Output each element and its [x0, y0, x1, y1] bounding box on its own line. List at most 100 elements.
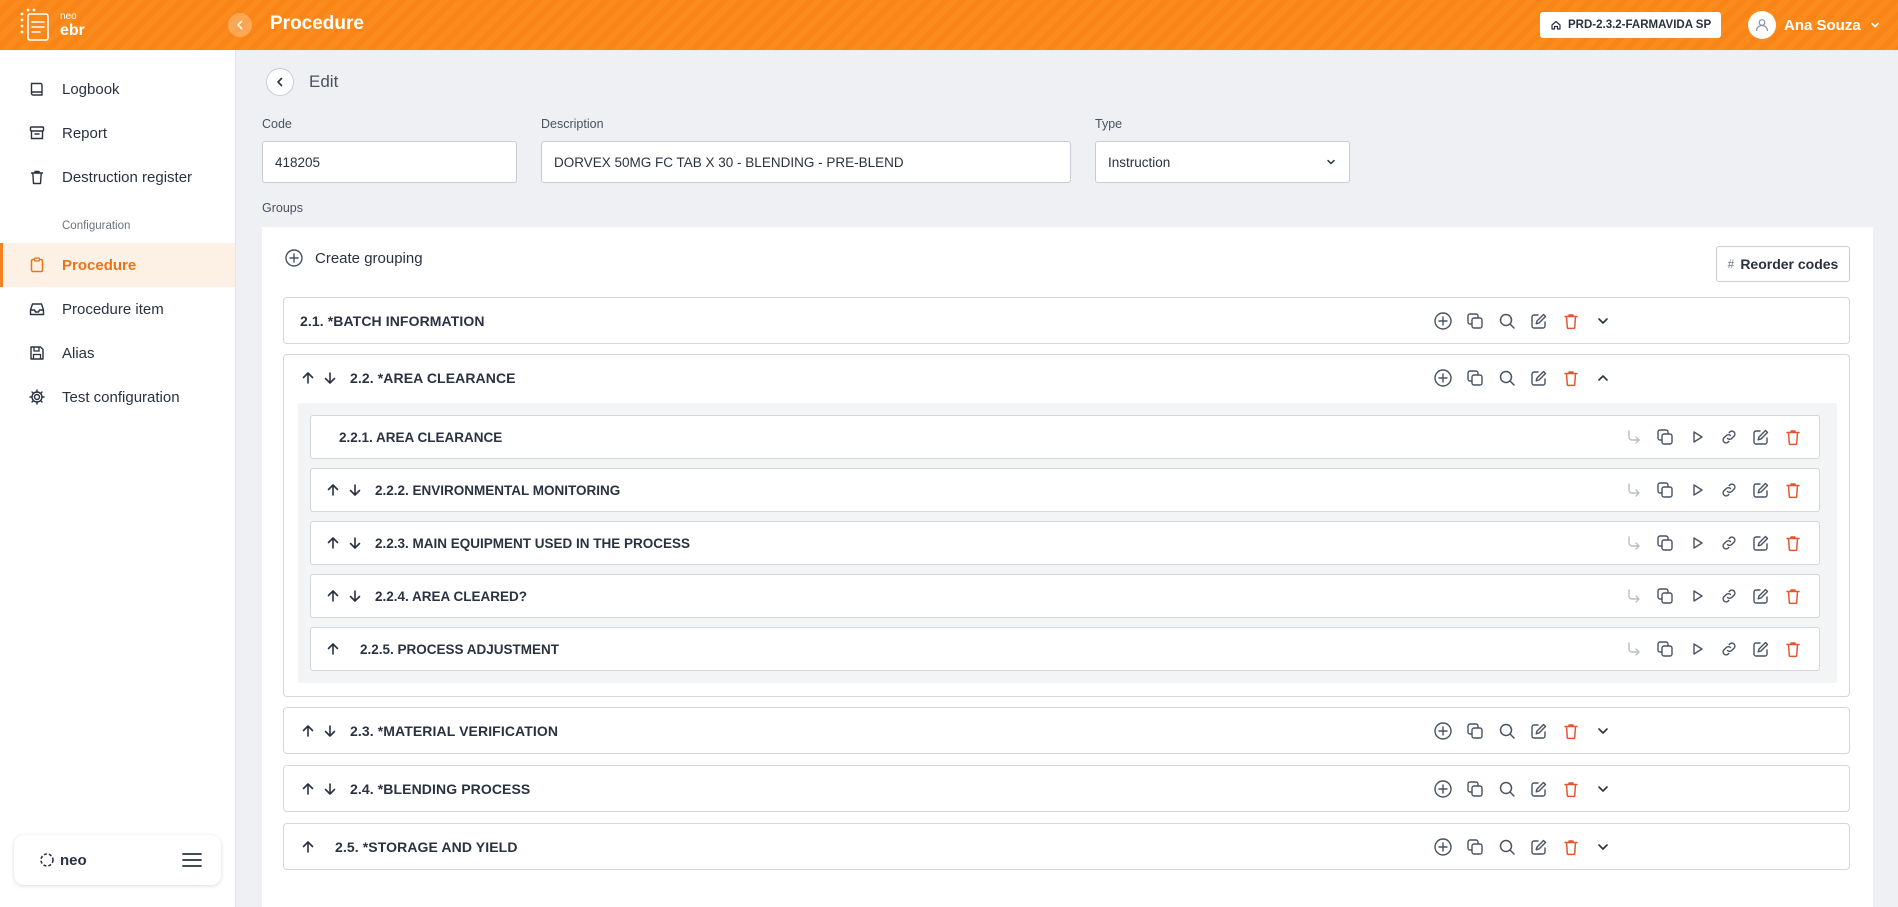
nest-button[interactable] [1623, 480, 1643, 500]
add-item-button[interactable] [1433, 311, 1453, 331]
view-button[interactable] [1497, 368, 1517, 388]
delete-button[interactable] [1783, 480, 1803, 500]
delete-button[interactable] [1561, 837, 1581, 857]
move-up-button[interactable] [325, 535, 341, 551]
duplicate-button[interactable] [1655, 586, 1675, 606]
group-header[interactable]: 2.2. *AREA CLEARANCE [284, 355, 1849, 401]
edit-button[interactable] [1529, 837, 1549, 857]
link-button[interactable] [1719, 480, 1739, 500]
delete-button[interactable] [1561, 311, 1581, 331]
procedure-item-row[interactable]: 2.2.2. ENVIRONMENTAL MONITORING [310, 468, 1820, 512]
run-button[interactable] [1687, 533, 1707, 553]
run-button[interactable] [1687, 586, 1707, 606]
nest-button[interactable] [1623, 427, 1643, 447]
link-button[interactable] [1719, 639, 1739, 659]
link-button[interactable] [1719, 427, 1739, 447]
duplicate-button[interactable] [1655, 480, 1675, 500]
sidebar-item-logbook[interactable]: Logbook [0, 67, 235, 111]
edit-button[interactable] [1529, 721, 1549, 741]
edit-button[interactable] [1751, 427, 1771, 447]
duplicate-button[interactable] [1465, 721, 1485, 741]
view-button[interactable] [1497, 311, 1517, 331]
edit-button[interactable] [1529, 368, 1549, 388]
move-up-button[interactable] [325, 588, 341, 604]
duplicate-button[interactable] [1465, 311, 1485, 331]
group-header[interactable]: 2.1. *BATCH INFORMATION [284, 298, 1849, 344]
expand-button[interactable] [1593, 721, 1613, 741]
link-button[interactable] [1719, 586, 1739, 606]
run-button[interactable] [1687, 639, 1707, 659]
move-down-button[interactable] [347, 482, 363, 498]
procedure-item-row[interactable]: 2.2.4. AREA CLEARED? [310, 574, 1820, 618]
collapse-button[interactable] [1593, 368, 1613, 388]
sidebar-item-test-configuration[interactable]: Test configuration [0, 375, 235, 419]
delete-button[interactable] [1561, 368, 1581, 388]
group-header[interactable]: 2.4. *BLENDING PROCESS [284, 766, 1849, 812]
link-button[interactable] [1719, 533, 1739, 553]
move-up-button[interactable] [325, 641, 341, 657]
expand-button[interactable] [1593, 837, 1613, 857]
view-button[interactable] [1497, 721, 1517, 741]
sidebar-item-procedure-item[interactable]: Procedure item [0, 287, 235, 331]
view-button[interactable] [1497, 837, 1517, 857]
add-item-button[interactable] [1433, 368, 1453, 388]
description-field[interactable]: DORVEX 50MG FC TAB X 30 - BLENDING - PRE… [541, 141, 1071, 183]
sidebar-item-procedure[interactable]: Procedure [0, 243, 235, 287]
sidebar-item-report[interactable]: Report [0, 111, 235, 155]
run-button[interactable] [1687, 427, 1707, 447]
delete-button[interactable] [1783, 586, 1803, 606]
move-up-button[interactable] [300, 370, 316, 386]
delete-button[interactable] [1561, 779, 1581, 799]
move-up-button[interactable] [300, 723, 316, 739]
type-select[interactable]: Instruction [1095, 141, 1350, 183]
code-field[interactable]: 418205 [262, 141, 517, 183]
back-button[interactable] [266, 68, 294, 96]
view-button[interactable] [1497, 779, 1517, 799]
move-down-button[interactable] [347, 588, 363, 604]
move-down-button[interactable] [322, 370, 338, 386]
delete-button[interactable] [1783, 427, 1803, 447]
duplicate-button[interactable] [1655, 533, 1675, 553]
duplicate-button[interactable] [1465, 368, 1485, 388]
delete-button[interactable] [1783, 639, 1803, 659]
move-up-button[interactable] [300, 839, 316, 855]
expand-button[interactable] [1593, 779, 1613, 799]
reorder-codes-button[interactable]: # Reorder codes [1716, 246, 1850, 282]
move-up-button[interactable] [300, 781, 316, 797]
environment-badge[interactable]: PRD-2.3.2-FARMAVIDA SP [1540, 12, 1722, 38]
duplicate-button[interactable] [1655, 427, 1675, 447]
nest-button[interactable] [1623, 586, 1643, 606]
move-down-button[interactable] [322, 781, 338, 797]
edit-button[interactable] [1529, 311, 1549, 331]
add-item-button[interactable] [1433, 779, 1453, 799]
edit-button[interactable] [1751, 586, 1771, 606]
move-down-button[interactable] [322, 723, 338, 739]
edit-button[interactable] [1751, 480, 1771, 500]
app-logo[interactable]: neo ebr [18, 6, 98, 44]
delete-button[interactable] [1783, 533, 1803, 553]
create-grouping-button[interactable]: Create grouping [284, 248, 423, 268]
menu-button[interactable] [181, 851, 203, 869]
edit-button[interactable] [1751, 639, 1771, 659]
user-menu[interactable]: Ana Souza [1748, 11, 1881, 39]
move-down-button[interactable] [347, 535, 363, 551]
edit-button[interactable] [1751, 533, 1771, 553]
run-button[interactable] [1687, 480, 1707, 500]
procedure-item-row[interactable]: 2.2.1. AREA CLEARANCE [310, 415, 1820, 459]
nest-button[interactable] [1623, 639, 1643, 659]
group-header[interactable]: 2.5. *STORAGE AND YIELD [284, 824, 1849, 870]
procedure-item-row[interactable]: 2.2.3. MAIN EQUIPMENT USED IN THE PROCES… [310, 521, 1820, 565]
duplicate-button[interactable] [1655, 639, 1675, 659]
duplicate-button[interactable] [1465, 779, 1485, 799]
procedure-item-row[interactable]: 2.2.5. PROCESS ADJUSTMENT [310, 627, 1820, 671]
sidebar-item-alias[interactable]: Alias [0, 331, 235, 375]
nest-button[interactable] [1623, 533, 1643, 553]
add-item-button[interactable] [1433, 837, 1453, 857]
expand-button[interactable] [1593, 311, 1613, 331]
sidebar-item-destruction-register[interactable]: Destruction register [0, 155, 235, 199]
group-header[interactable]: 2.3. *MATERIAL VERIFICATION [284, 708, 1849, 754]
edit-button[interactable] [1529, 779, 1549, 799]
collapse-sidebar-button[interactable] [228, 13, 252, 37]
move-up-button[interactable] [325, 482, 341, 498]
duplicate-button[interactable] [1465, 837, 1485, 857]
